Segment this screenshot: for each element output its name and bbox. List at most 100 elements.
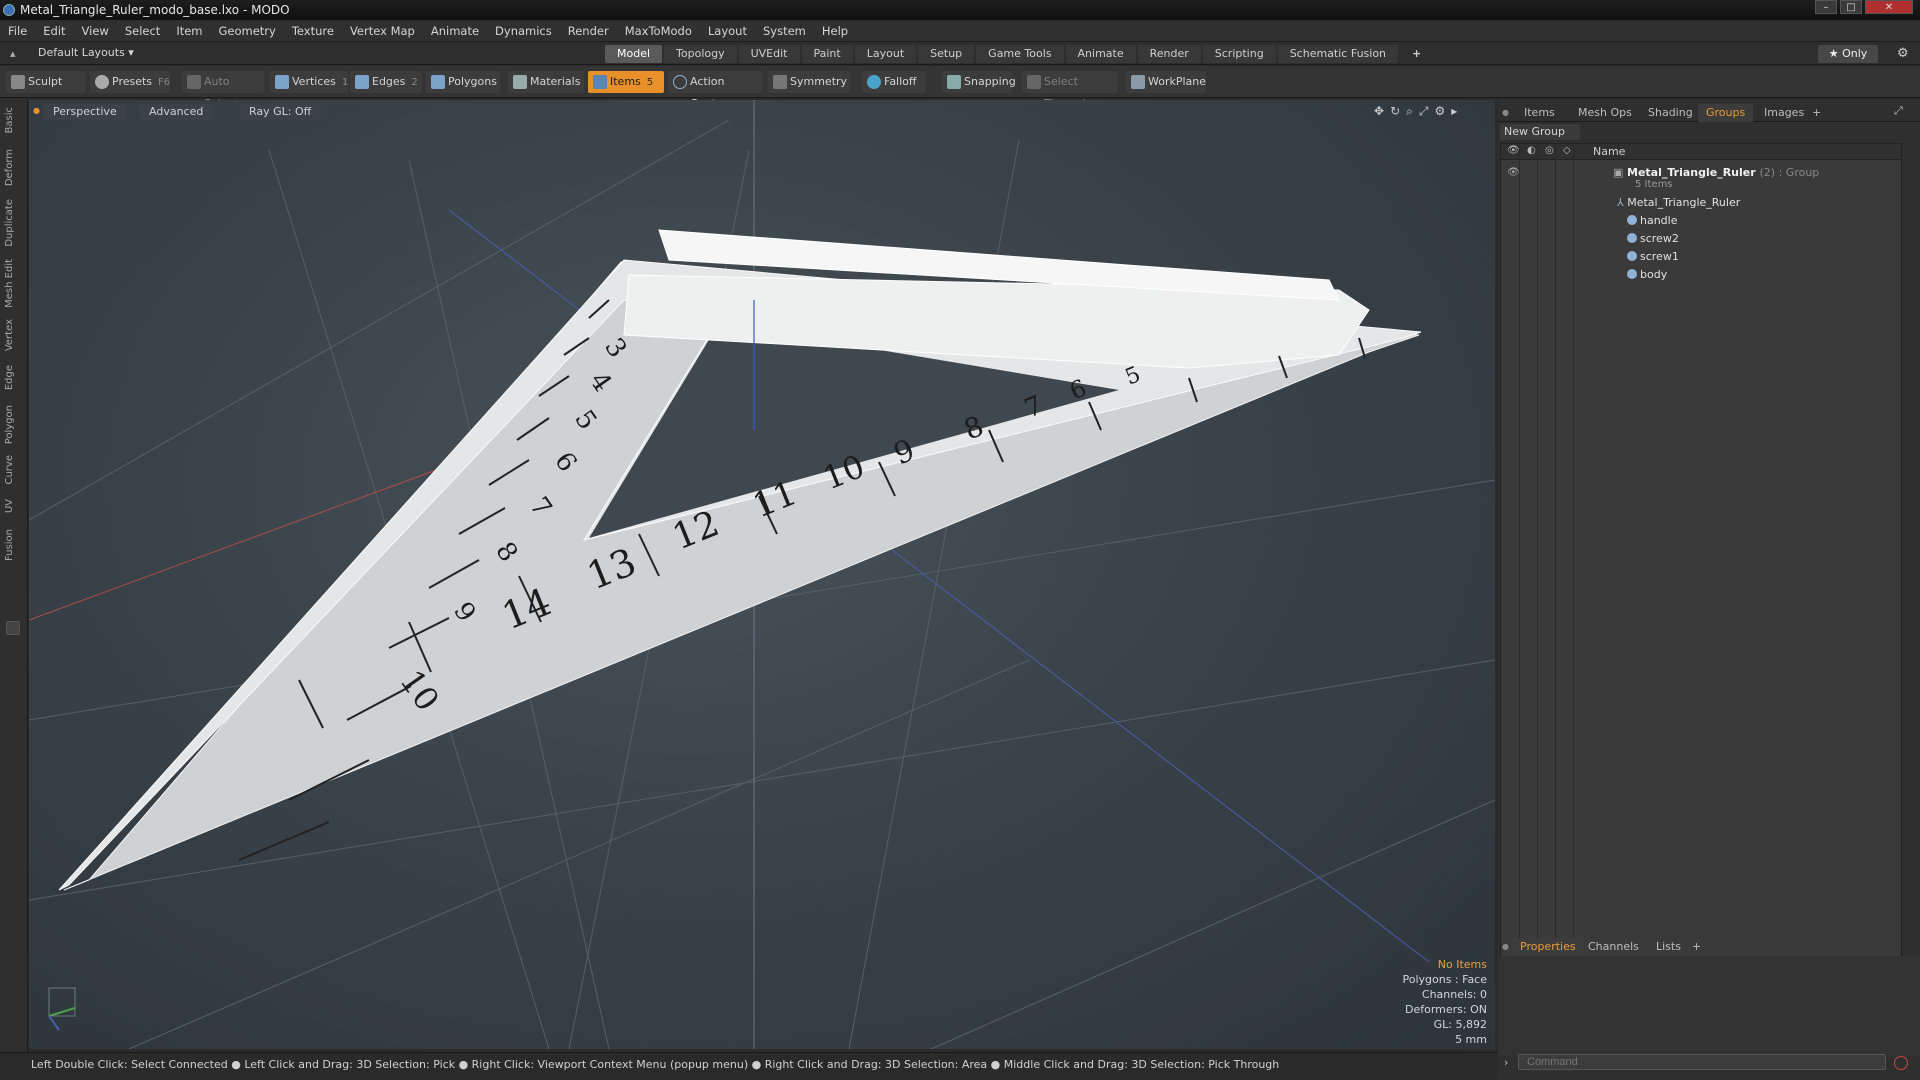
- tab-items[interactable]: Items: [1516, 104, 1563, 122]
- add-tab-button[interactable]: +: [1400, 45, 1433, 63]
- tab-schematic-fusion[interactable]: Schematic Fusion: [1277, 45, 1399, 63]
- menu-file[interactable]: File: [0, 20, 35, 42]
- command-expand-icon[interactable]: ›: [1504, 1056, 1508, 1069]
- group-visibility-icon[interactable]: 👁: [1507, 164, 1520, 182]
- tab-deform[interactable]: Deform: [4, 149, 20, 186]
- tab-animate[interactable]: Animate: [1065, 45, 1136, 63]
- list-item[interactable]: ⅄ Metal_Triangle_Ruler: [1501, 194, 1901, 212]
- menu-layout[interactable]: Layout: [700, 20, 755, 42]
- items-button[interactable]: Items 5: [588, 71, 664, 93]
- menu-maxtomodo[interactable]: MaxToModo: [617, 20, 700, 42]
- layout-tab-row: ▴ Default Layouts ▾ Model Topology UVEdi…: [0, 43, 1920, 65]
- lock-column-icon[interactable]: ◎: [1545, 145, 1554, 156]
- minimize-button[interactable]: –: [1815, 0, 1837, 14]
- properties-menu-dot[interactable]: ●: [1502, 942, 1509, 951]
- list-item[interactable]: screw2: [1501, 230, 1901, 248]
- rotate-view-icon[interactable]: ↻: [1390, 104, 1406, 118]
- close-button[interactable]: ✕: [1865, 0, 1913, 14]
- tab-duplicate[interactable]: Duplicate: [4, 199, 20, 247]
- shading-dropdown[interactable]: Advanced: [139, 104, 214, 120]
- visibility-column-icon[interactable]: 👁: [1507, 145, 1520, 156]
- menu-system[interactable]: System: [755, 20, 814, 42]
- tab-vertex[interactable]: Vertex: [4, 319, 20, 351]
- tab-curve[interactable]: Curve: [4, 455, 20, 485]
- menu-edit[interactable]: Edit: [35, 20, 73, 42]
- tab-uv[interactable]: UV: [4, 499, 20, 513]
- menu-view[interactable]: View: [74, 20, 117, 42]
- tab-polygon[interactable]: Polygon: [4, 405, 20, 444]
- tab-scripting[interactable]: Scripting: [1202, 45, 1276, 63]
- add-panel-tab-button[interactable]: +: [1804, 104, 1829, 122]
- viewport-settings-icon[interactable]: ⚙: [1434, 104, 1451, 118]
- tab-shading[interactable]: Shading: [1640, 104, 1701, 122]
- vertices-button[interactable]: Vertices 1: [270, 71, 348, 93]
- menu-vertex-map[interactable]: Vertex Map: [342, 20, 423, 42]
- tab-game-tools[interactable]: Game Tools: [976, 45, 1064, 63]
- tab-lists[interactable]: Lists: [1648, 938, 1689, 956]
- tab-fusion[interactable]: Fusion: [4, 529, 20, 561]
- falloff-button[interactable]: Falloff: [862, 71, 926, 93]
- viewport-menu-dot[interactable]: ●: [33, 106, 40, 115]
- panel-menu-dot[interactable]: ●: [1502, 108, 1509, 117]
- tab-basic[interactable]: Basic: [4, 107, 20, 133]
- tab-uvedit[interactable]: UVEdit: [738, 45, 800, 63]
- tab-mesh-edit[interactable]: Mesh Edit: [4, 259, 20, 308]
- new-group-button[interactable]: New Group: [1500, 124, 1580, 140]
- menu-geometry[interactable]: Geometry: [211, 20, 284, 42]
- panel-expand-icon[interactable]: ⤢: [1894, 104, 1903, 118]
- perspective-dropdown[interactable]: Perspective: [43, 104, 127, 120]
- viewport-expand-icon[interactable]: ▸: [1451, 104, 1463, 118]
- action-center-icon: [673, 75, 687, 89]
- group-row[interactable]: 👁 ▣ Metal_Triangle_Ruler (2) : Group 5 I…: [1501, 164, 1901, 190]
- menu-render[interactable]: Render: [560, 20, 617, 42]
- tab-setup[interactable]: Setup: [918, 45, 975, 63]
- sculpt-button[interactable]: Sculpt: [6, 71, 86, 93]
- tab-topology[interactable]: Topology: [664, 45, 737, 63]
- zoom-view-icon[interactable]: ⌕: [1406, 104, 1419, 118]
- fit-view-icon[interactable]: ⤢: [1419, 104, 1435, 118]
- tab-properties[interactable]: Properties: [1512, 938, 1584, 956]
- presets-button[interactable]: Presets F6: [90, 71, 170, 93]
- symmetry-button[interactable]: Symmetry: [768, 71, 850, 93]
- menu-select[interactable]: Select: [117, 20, 168, 42]
- action-center-button[interactable]: Action Center: [668, 71, 762, 110]
- raygl-toggle[interactable]: Ray GL: Off: [239, 104, 322, 120]
- list-item[interactable]: body: [1501, 266, 1901, 284]
- record-icon[interactable]: [1894, 1056, 1908, 1070]
- select-column-icon[interactable]: ◇: [1563, 145, 1571, 156]
- only-button[interactable]: ★ Only: [1818, 45, 1878, 63]
- 3d-viewport[interactable]: 3 4 5 6 7 8 9 10 14 13 12 11 10 9 8 7 6 …: [29, 100, 1495, 1049]
- tab-mesh-ops[interactable]: Mesh Ops: [1570, 104, 1640, 122]
- edges-button[interactable]: Edges 2: [350, 71, 422, 93]
- layout-expand-icon[interactable]: ▴: [10, 47, 16, 60]
- add-properties-tab-button[interactable]: +: [1684, 938, 1709, 956]
- select-through-button[interactable]: Select Through: [1022, 71, 1118, 110]
- tab-paint[interactable]: Paint: [801, 45, 853, 63]
- viewport-header: ● Perspective Advanced Ray GL: Off ✥↻⌕⤢⚙…: [29, 100, 1495, 122]
- menu-texture[interactable]: Texture: [284, 20, 342, 42]
- panel-toggle-button[interactable]: [6, 621, 20, 635]
- tab-edge[interactable]: Edge: [4, 365, 20, 390]
- tab-model[interactable]: Model: [605, 45, 663, 63]
- menu-help[interactable]: Help: [814, 20, 856, 42]
- menu-dynamics[interactable]: Dynamics: [487, 20, 560, 42]
- render-column-icon[interactable]: ◐: [1527, 145, 1536, 156]
- list-item[interactable]: handle: [1501, 212, 1901, 230]
- move-view-icon[interactable]: ✥: [1374, 104, 1390, 118]
- layout-selector[interactable]: Default Layouts ▾: [38, 46, 134, 59]
- command-input[interactable]: [1518, 1054, 1886, 1070]
- auto-select-button[interactable]: Auto Select: [182, 71, 264, 110]
- tab-groups[interactable]: Groups: [1698, 104, 1754, 122]
- tab-layout[interactable]: Layout: [854, 45, 917, 63]
- maximize-button[interactable]: □: [1840, 0, 1862, 14]
- list-item[interactable]: screw1: [1501, 248, 1901, 266]
- menu-animate[interactable]: Animate: [423, 20, 487, 42]
- materials-button[interactable]: Materials: [508, 71, 584, 93]
- snapping-button[interactable]: Snapping: [942, 71, 1016, 93]
- tab-render[interactable]: Render: [1137, 45, 1201, 63]
- tab-channels[interactable]: Channels: [1580, 938, 1647, 956]
- polygons-button[interactable]: Polygons: [426, 71, 500, 93]
- gear-icon[interactable]: ⚙: [1897, 46, 1909, 61]
- menu-item[interactable]: Item: [168, 20, 210, 42]
- workplane-button[interactable]: WorkPlane: [1126, 71, 1206, 93]
